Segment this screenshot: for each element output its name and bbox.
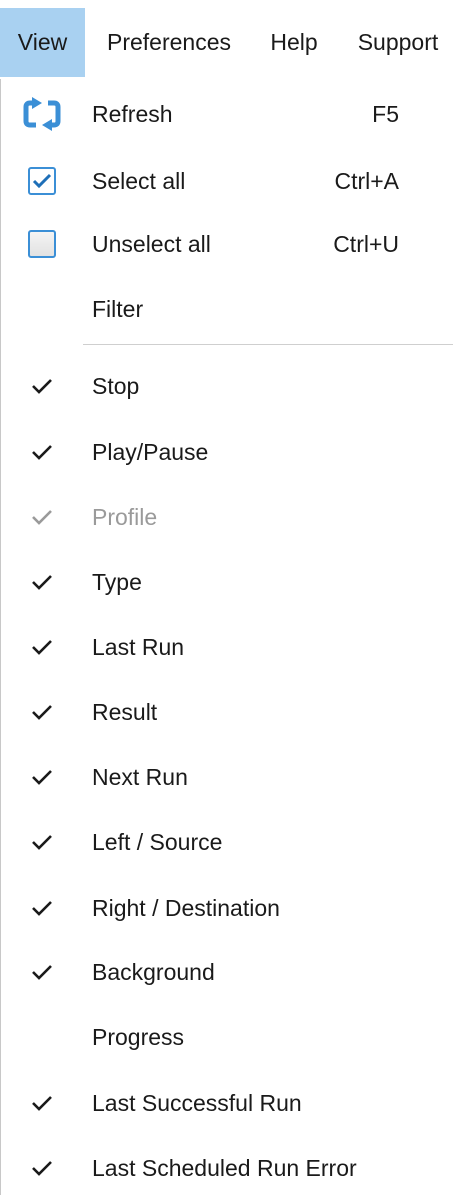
- view-dropdown-menu: Refresh F5 Select all Ctrl+A Unselect al…: [0, 79, 453, 1195]
- menu-bar: View Preferences Help Support: [0, 0, 453, 79]
- menu-preferences[interactable]: Preferences: [92, 8, 246, 77]
- menu-item-stop[interactable]: Stop: [1, 356, 453, 416]
- menu-item-last-run[interactable]: Last Run: [1, 617, 453, 677]
- checkmark-icon: [32, 835, 52, 850]
- menu-item-result[interactable]: Result: [1, 682, 453, 742]
- menu-item-label: Play/Pause: [92, 438, 209, 465]
- refresh-icon: [1, 84, 83, 144]
- checkmark-icon: [32, 445, 52, 460]
- menu-item-right-destination[interactable]: Right / Destination: [1, 878, 453, 938]
- menu-item-label: Right / Destination: [92, 894, 280, 921]
- checkmark-icon: [32, 1096, 52, 1111]
- menu-item-select-all[interactable]: Select all Ctrl+A: [1, 151, 453, 211]
- menu-item-label: Last Successful Run: [92, 1089, 302, 1116]
- checkmark-icon: [32, 1161, 52, 1176]
- checkmark-icon: [32, 640, 52, 655]
- menu-item-background[interactable]: Background: [1, 942, 453, 1002]
- menu-item-label: Progress: [92, 1023, 185, 1050]
- checkmark-icon: [32, 770, 52, 785]
- menu-item-refresh[interactable]: Refresh F5: [1, 84, 453, 144]
- menu-item-play-pause[interactable]: Play/Pause: [1, 422, 453, 482]
- menu-item-filter[interactable]: Filter: [1, 279, 453, 339]
- menu-help[interactable]: Help: [258, 8, 330, 77]
- menu-item-last-scheduled-run-error[interactable]: Last Scheduled Run Error: [1, 1138, 453, 1198]
- menu-item-label: Select all: [92, 167, 186, 194]
- menu-support[interactable]: Support: [343, 8, 453, 77]
- checkmark-icon: [32, 379, 52, 394]
- menu-item-label: Next Run: [92, 763, 188, 790]
- menu-item-label: Filter: [92, 295, 144, 322]
- menu-item-unselect-all[interactable]: Unselect all Ctrl+U: [1, 214, 453, 274]
- menu-item-next-run[interactable]: Next Run: [1, 747, 453, 807]
- checkmark-icon: [32, 901, 52, 916]
- menu-item-label: Last Run: [92, 633, 185, 660]
- menu-separator: [83, 344, 453, 345]
- checkmark-icon: [32, 705, 52, 720]
- menu-item-label: Profile: [92, 503, 158, 530]
- shortcut-label: Ctrl+U: [333, 230, 399, 257]
- menu-item-label: Left / Source: [92, 828, 223, 855]
- menu-item-label: Unselect all: [92, 230, 211, 257]
- menu-view[interactable]: View: [0, 8, 85, 77]
- menu-item-label: Result: [92, 698, 158, 725]
- checkmark-icon: [32, 965, 52, 980]
- menu-item-label: Stop: [92, 372, 140, 399]
- checked-checkbox-icon: [28, 167, 56, 195]
- menu-item-progress[interactable]: Progress: [1, 1007, 453, 1067]
- menu-item-label: Type: [92, 568, 142, 595]
- shortcut-label: Ctrl+A: [334, 167, 399, 194]
- menu-item-type[interactable]: Type: [1, 552, 453, 612]
- checkmark-icon: [32, 510, 52, 525]
- menu-item-label: Background: [92, 958, 215, 985]
- menu-item-left-source[interactable]: Left / Source: [1, 812, 453, 872]
- menu-item-label: Last Scheduled Run Error: [92, 1154, 357, 1181]
- unchecked-checkbox-icon: [28, 230, 56, 258]
- checkmark-icon: [32, 575, 52, 590]
- menu-item-profile: Profile: [1, 487, 453, 547]
- shortcut-label: F5: [372, 100, 399, 127]
- menu-item-last-successful-run[interactable]: Last Successful Run: [1, 1073, 453, 1133]
- menu-item-label: Refresh: [92, 100, 173, 127]
